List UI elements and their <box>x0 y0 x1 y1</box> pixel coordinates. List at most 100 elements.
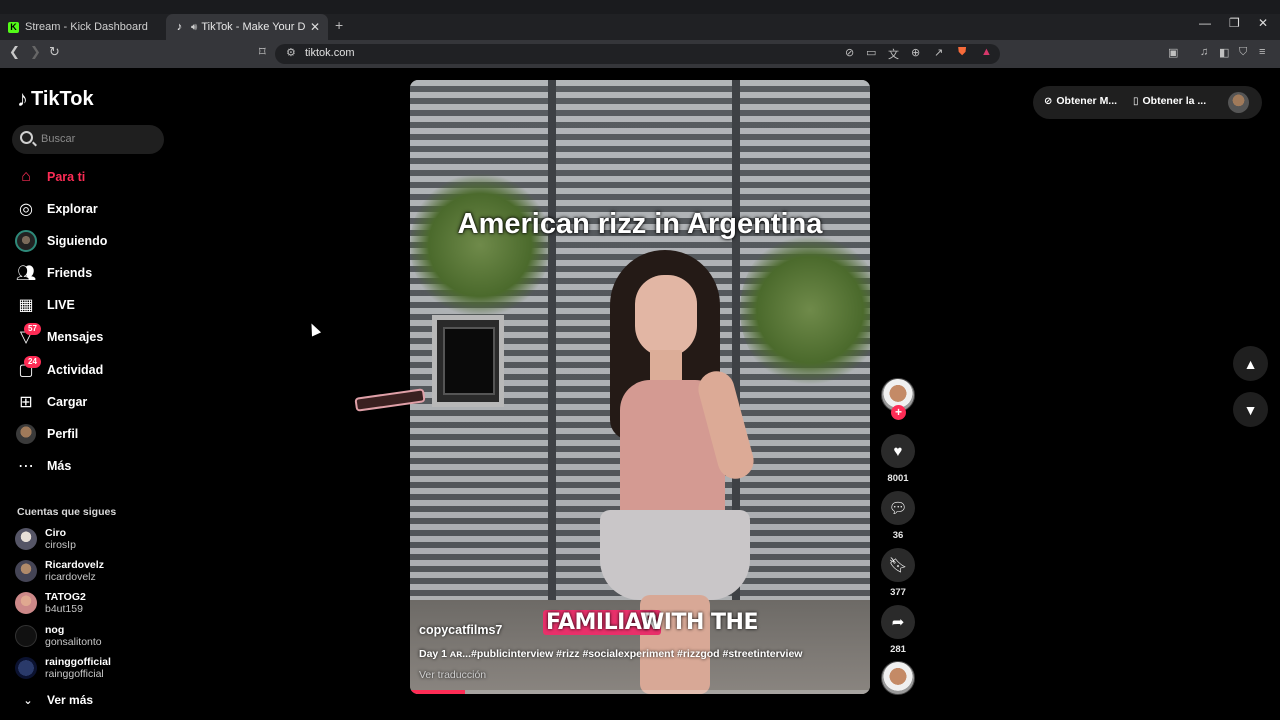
avatar <box>15 560 37 582</box>
no-sound-icon[interactable]: ⊘ <box>845 46 854 59</box>
tab-title: Stream - Kick Dashboard <box>25 21 148 33</box>
account-name: TATOG2 <box>45 591 86 603</box>
chevron-up-icon: ▲ <box>1243 355 1258 372</box>
get-mobile-app-button[interactable]: ▯ Obtener la ... <box>1133 95 1206 107</box>
rewards-icon[interactable]: ▲ <box>981 46 992 58</box>
see-more-button[interactable]: ⌄ Ver más <box>18 690 93 710</box>
nav-label: Mensajes <box>47 330 104 344</box>
nav-explorar[interactable]: ◎ Explorar <box>12 195 162 223</box>
nav-friends[interactable]: 👥︎ Friends <box>12 259 162 287</box>
vpn-icon[interactable]: ⛉ <box>1239 46 1247 59</box>
tab-kick[interactable]: K Stream - Kick Dashboard <box>0 14 165 40</box>
like-button[interactable]: ♥ <box>881 434 915 468</box>
restore-icon[interactable]: ❐ <box>1229 16 1240 30</box>
video-progress-fill <box>410 690 466 694</box>
brave-shield-icon[interactable]: ⛊ <box>958 46 966 59</box>
video-description[interactable]: Day 1 ᴀʀ...#publicinterview #rizz #socia… <box>419 648 802 660</box>
like-count: 8001 <box>887 473 909 484</box>
chevron-down-icon: ▼ <box>1243 401 1258 418</box>
live-icon: ▦ <box>18 297 34 314</box>
user-avatar[interactable] <box>1228 92 1249 113</box>
share-icon[interactable]: ↗ <box>934 46 943 59</box>
previous-video-button[interactable]: ▲ <box>1233 346 1268 381</box>
back-icon[interactable]: ❮ <box>9 44 20 60</box>
save-count: 377 <box>890 587 906 598</box>
following-account[interactable]: TATOG2 b4ut159 <box>15 588 165 618</box>
nav-para-ti[interactable]: ⌂ Para ti <box>12 163 162 191</box>
forward-icon[interactable]: ❯ <box>30 44 41 60</box>
share-arrow-icon: ➦ <box>891 614 905 631</box>
avatar <box>15 592 37 614</box>
nav-label: LIVE <box>47 298 75 312</box>
music-disc-avatar[interactable] <box>881 661 915 695</box>
get-app-label: Obtener M... <box>1056 95 1118 107</box>
phone-icon: ▯ <box>1133 95 1139 107</box>
speaker-icon[interactable]: 🔊︎ <box>191 22 197 33</box>
close-window-icon[interactable]: ✕ <box>1258 16 1268 30</box>
nav-siguiendo[interactable]: Siguiendo <box>12 227 162 255</box>
search-icon <box>20 131 33 144</box>
account-name: Ricardovelz <box>45 559 104 571</box>
url-text[interactable]: tiktok.com <box>305 47 355 59</box>
tab-tiktok[interactable]: ♪ 🔊︎ TikTok - Make Your Day ✕ <box>166 14 328 40</box>
following-account[interactable]: rainggofficial rainggofficial <box>15 653 165 683</box>
nav-live[interactable]: ▦ LIVE <box>12 291 162 319</box>
following-account[interactable]: nog gonsalitonto <box>15 621 165 651</box>
follow-plus-icon[interactable]: + <box>891 405 906 420</box>
sidebar-icon[interactable]: ◧ <box>1219 46 1229 59</box>
tab-title: TikTok - Make Your Day <box>201 21 306 33</box>
reload-icon[interactable]: ↻ <box>49 44 60 60</box>
video-title: American rizz in Argentina <box>457 208 823 240</box>
avatar <box>15 625 37 647</box>
comment-count: 36 <box>892 530 904 541</box>
account-user: gonsalitonto <box>45 636 102 648</box>
search-input[interactable] <box>41 130 156 148</box>
comment-button[interactable]: 💬︎ <box>881 491 915 525</box>
upload-icon: ⊞ <box>19 394 33 411</box>
menu-icon[interactable]: ≡ <box>1259 46 1265 58</box>
video-progress[interactable] <box>410 690 870 694</box>
bookmark-icon: 🔖︎ <box>888 557 908 574</box>
close-tab-icon[interactable]: ✕ <box>310 20 320 34</box>
translate-icon[interactable]: 文 <box>888 46 899 62</box>
nav-actividad[interactable]: ▢ 24 Actividad <box>12 356 162 384</box>
following-section-title: Cuentas que sigues <box>17 506 117 518</box>
tiktok-logo[interactable]: ♪ TikTok <box>17 86 94 112</box>
kick-icon: K <box>8 21 19 33</box>
video-player[interactable]: American rizz in Argentina FAMILIAR WITH… <box>410 80 870 694</box>
minimize-icon[interactable]: — <box>1199 16 1211 30</box>
zoom-icon[interactable]: ⊕ <box>911 46 920 59</box>
nav-perfil[interactable]: Perfil <box>12 420 162 448</box>
search-box[interactable] <box>12 125 164 154</box>
nav-label: Perfil <box>47 427 79 441</box>
nav-cargar[interactable]: ⊞ Cargar <box>12 388 162 416</box>
nav-mensajes[interactable]: ▽ 57 Mensajes <box>12 323 162 351</box>
save-button[interactable]: 🔖︎ <box>881 548 915 582</box>
site-info-icon[interactable]: ⚙ <box>286 46 296 59</box>
share-button[interactable]: ➦ <box>881 605 915 639</box>
compass-icon: ◎ <box>19 201 33 218</box>
see-more-label: Ver más <box>47 693 94 707</box>
account-name: Ciro <box>45 527 66 539</box>
account-user: ricardovelz <box>45 571 96 583</box>
nav-label: Más <box>47 459 72 473</box>
intercom-screen <box>443 327 495 395</box>
media-icon[interactable]: ♫ <box>1200 46 1208 58</box>
plant <box>410 170 550 320</box>
get-app-button[interactable]: ⊘ Obtener M... <box>1044 95 1117 107</box>
nav-mas[interactable]: ⋯ Más <box>12 452 162 480</box>
home-icon: ⌂ <box>21 168 31 185</box>
video-author[interactable]: copycatfilms7 <box>419 623 502 637</box>
next-video-button[interactable]: ▼ <box>1233 392 1268 427</box>
screenshot-icon[interactable]: ▣ <box>1168 46 1178 59</box>
cast-icon[interactable]: ▭ <box>866 46 876 59</box>
bookmark-icon[interactable]: ⌑ <box>259 44 266 60</box>
friends-icon: 👥︎ <box>15 265 37 282</box>
following-account[interactable]: Ricardovelz ricardovelz <box>15 556 165 586</box>
new-tab-icon[interactable]: + <box>335 17 343 33</box>
translate-link[interactable]: Ver traducción <box>419 669 486 681</box>
comment-icon: 💬︎ <box>888 500 908 517</box>
nav-label: Para ti <box>47 170 86 184</box>
following-account[interactable]: Ciro cirosIp <box>15 524 165 554</box>
gate-post <box>548 80 556 640</box>
